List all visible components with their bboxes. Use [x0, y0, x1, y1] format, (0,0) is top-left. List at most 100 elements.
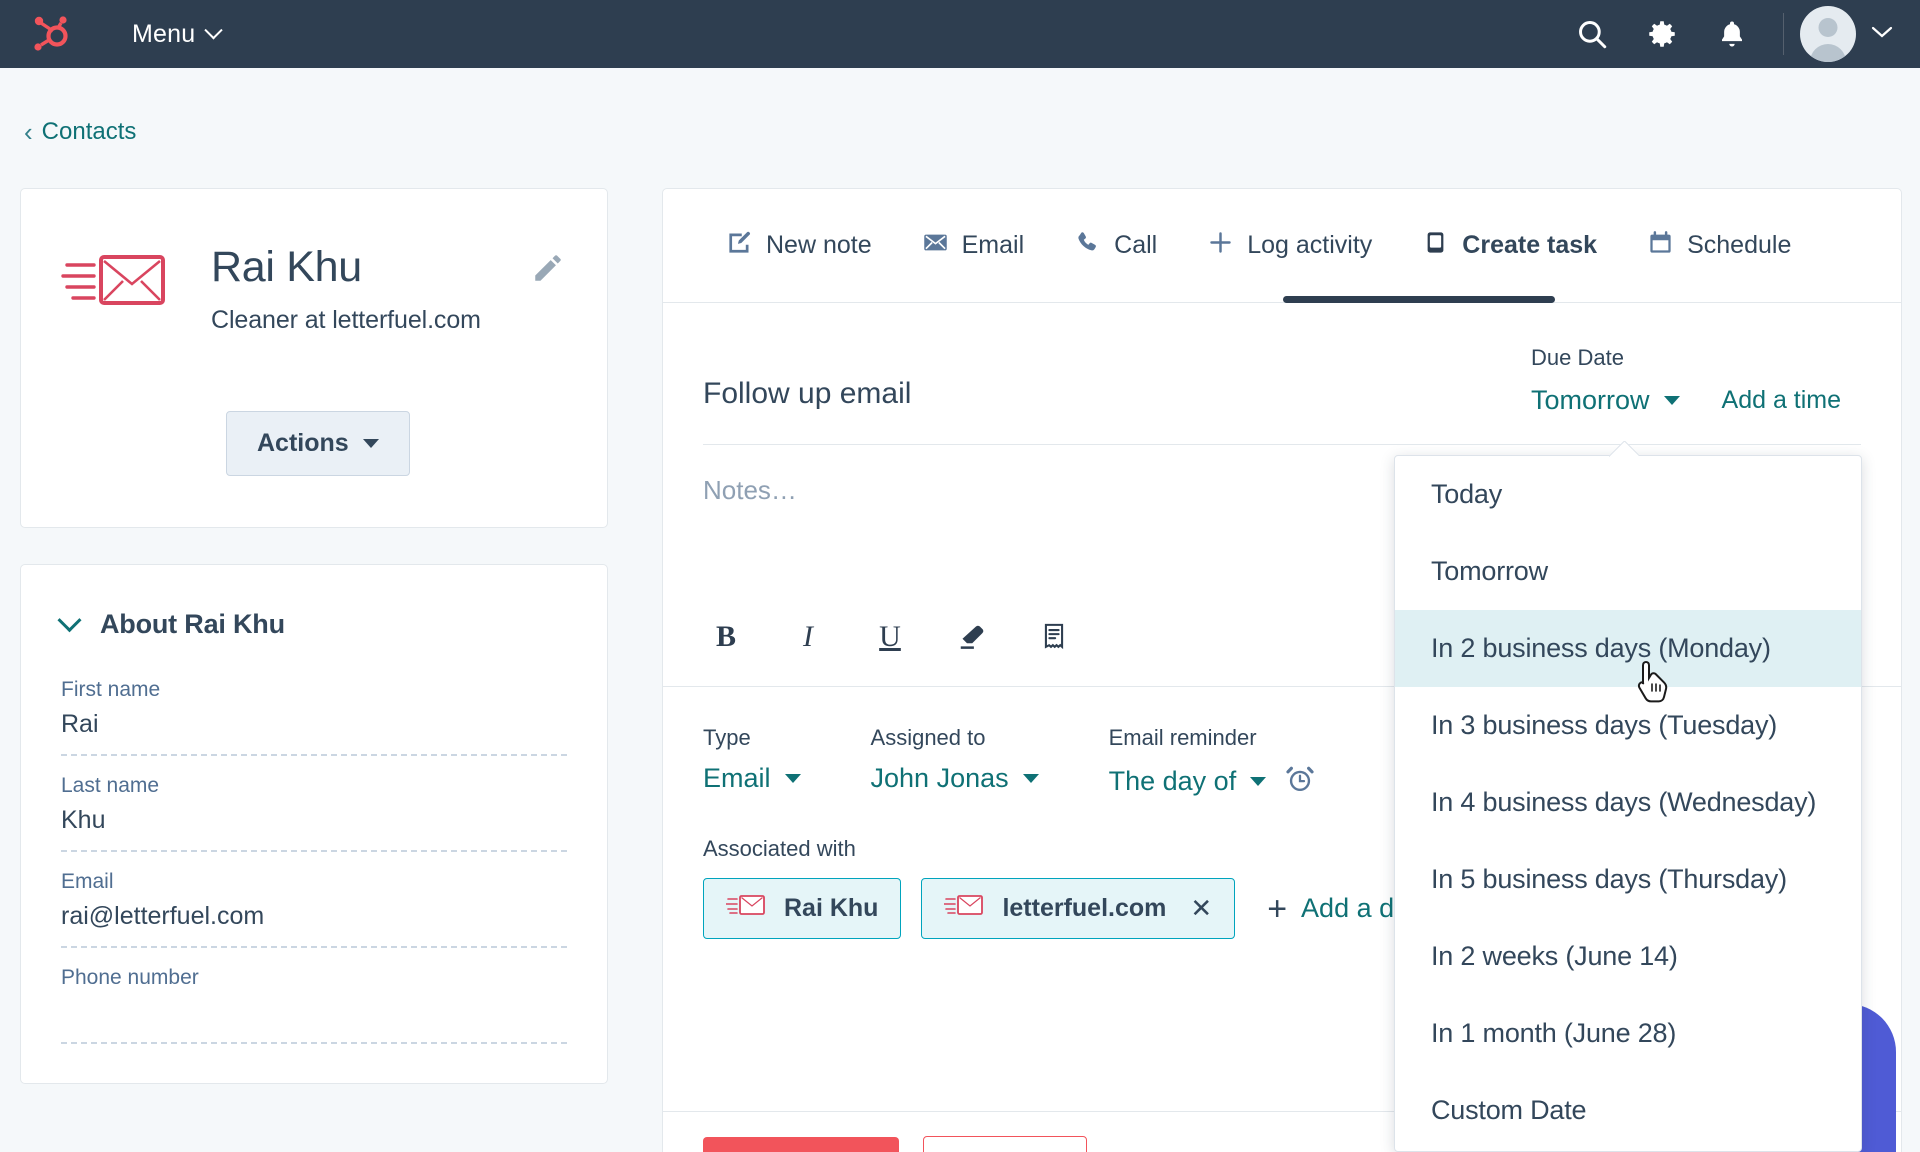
back-chevron-icon: ‹: [24, 117, 33, 147]
dropdown-arrow: [1609, 441, 1639, 457]
tab-log-activity[interactable]: Log activity: [1182, 189, 1397, 302]
plus-icon: [1207, 229, 1234, 263]
alarm-clock-icon[interactable]: [1284, 763, 1316, 800]
eraser-icon[interactable]: [949, 614, 995, 660]
nav-right-group: [1557, 0, 1920, 68]
plus-icon: +: [1267, 889, 1288, 928]
breadcrumb-label: Contacts: [41, 118, 137, 145]
field-value: rai@letterfuel.com: [61, 902, 265, 930]
field-value: Khu: [61, 806, 106, 834]
calendar-icon: [1647, 229, 1674, 263]
phone-icon: [1074, 229, 1101, 263]
bold-icon[interactable]: B: [703, 614, 749, 660]
actions-label: Actions: [257, 429, 349, 457]
left-column: Rai Khu Cleaner at letterfuel.com Action…: [20, 188, 608, 1084]
due-date-dropdown-trigger[interactable]: Tomorrow: [1531, 385, 1680, 416]
type-value: Email: [703, 763, 771, 793]
tab-create-task[interactable]: Create task: [1397, 189, 1622, 302]
assigned-to-value: John Jonas: [870, 763, 1009, 793]
tab-schedule[interactable]: Schedule: [1622, 189, 1816, 302]
menu-label: Menu: [132, 19, 196, 48]
dropdown-item-in-2-weeks[interactable]: In 2 weeks (June 14): [1395, 918, 1861, 995]
dropdown-item-in-1-month[interactable]: In 1 month (June 28): [1395, 995, 1861, 1072]
active-tab-indicator: [1283, 296, 1555, 303]
add-a-time-link[interactable]: Add a time: [1722, 386, 1842, 415]
tab-call[interactable]: Call: [1049, 189, 1182, 302]
task-title-input[interactable]: Follow up email: [703, 345, 1531, 411]
actions-button[interactable]: Actions: [226, 411, 410, 476]
menu-button[interactable]: Menu: [132, 19, 224, 49]
due-date-label: Due Date: [1531, 345, 1624, 370]
tab-new-note[interactable]: New note: [701, 189, 897, 302]
about-section-toggle[interactable]: About Rai Khu: [57, 608, 567, 640]
email-reminder-label: Email reminder: [1108, 725, 1257, 750]
envelope-icon: [922, 229, 949, 263]
field-label: Phone number: [61, 966, 199, 989]
tab-label: Call: [1114, 231, 1158, 259]
dropdown-item-in-5-business-days[interactable]: In 5 business days (Thursday): [1395, 841, 1861, 918]
due-date-block: Due Date Tomorrow Add a time: [1531, 345, 1861, 416]
flying-envelope-icon: [943, 892, 984, 925]
field-value: Rai: [61, 710, 99, 738]
email-reminder-select[interactable]: The day of: [1109, 766, 1267, 797]
caret-down-icon: [362, 439, 379, 448]
task-header: Follow up email Due Date Tomorrow Add a …: [663, 303, 1901, 416]
type-select[interactable]: Email: [703, 763, 801, 794]
association-chip-company[interactable]: letterfuel.com ✕: [921, 878, 1236, 939]
dropdown-item-today[interactable]: Today: [1395, 456, 1861, 533]
note-edit-icon: [726, 229, 753, 263]
search-icon[interactable]: [1564, 6, 1620, 62]
field-label: First name: [61, 678, 161, 701]
about-title: About Rai Khu: [100, 609, 285, 639]
due-date-dropdown-menu: Today Tomorrow In 2 business days (Monda…: [1394, 455, 1862, 1152]
activity-tab-bar: New note Email Call Log activity Create …: [663, 189, 1901, 303]
italic-icon[interactable]: I: [785, 614, 831, 660]
account-menu[interactable]: [1800, 6, 1894, 62]
pencil-icon[interactable]: [531, 251, 565, 285]
field-label: Email: [61, 870, 114, 893]
assigned-to-label: Assigned to: [870, 725, 986, 750]
save-task-button[interactable]: Save Task: [703, 1137, 900, 1152]
field-label: Last name: [61, 774, 160, 797]
field-last-name[interactable]: Last name Khu: [61, 774, 567, 852]
flying-envelope-icon: [61, 245, 169, 330]
chevron-down-icon: [204, 20, 224, 39]
hubspot-logo[interactable]: [30, 12, 74, 56]
tab-label: Create task: [1462, 231, 1598, 259]
field-phone-number[interactable]: Phone number: [61, 966, 567, 1044]
field-first-name[interactable]: First name Rai: [61, 678, 567, 756]
breadcrumb[interactable]: ‹ Contacts: [24, 118, 136, 146]
caret-down-icon: [1663, 396, 1680, 405]
dropdown-item-in-3-business-days[interactable]: In 3 business days (Tuesday): [1395, 687, 1861, 764]
dropdown-item-tomorrow[interactable]: Tomorrow: [1395, 533, 1861, 610]
chevron-down-icon: [1870, 25, 1894, 44]
dropdown-item-in-2-business-days[interactable]: In 2 business days (Monday): [1395, 610, 1861, 687]
underline-icon[interactable]: U: [867, 614, 913, 660]
caret-down-icon: [1250, 777, 1267, 786]
tab-email[interactable]: Email: [897, 189, 1050, 302]
association-chip-contact[interactable]: Rai Khu: [703, 878, 902, 939]
snippet-icon[interactable]: [1031, 614, 1077, 660]
caret-down-icon: [784, 774, 801, 783]
tab-label: Schedule: [1687, 231, 1792, 259]
hubspot-contact-page: Menu ‹ Contacts Rai Khu Cleaner at lette…: [0, 0, 1920, 1152]
bell-icon[interactable]: [1704, 6, 1760, 62]
avatar: [1800, 6, 1856, 62]
nav-divider: [1783, 13, 1784, 55]
dropdown-item-in-4-business-days[interactable]: In 4 business days (Wednesday): [1395, 764, 1861, 841]
assigned-to-field: Assigned to John Jonas: [871, 725, 1039, 800]
gear-icon[interactable]: [1634, 6, 1690, 62]
chip-label: letterfuel.com: [1002, 894, 1167, 922]
field-value: [61, 998, 567, 1030]
contact-subtitle: Cleaner at letterfuel.com: [211, 306, 481, 335]
cancel-button[interactable]: Cancel: [923, 1136, 1088, 1152]
dropdown-item-custom-date[interactable]: Custom Date: [1395, 1072, 1861, 1149]
assigned-to-select[interactable]: John Jonas: [871, 763, 1039, 794]
type-field: Type Email: [703, 725, 801, 800]
flying-envelope-icon: [725, 892, 766, 925]
close-icon[interactable]: ✕: [1190, 893, 1212, 924]
tab-label: New note: [766, 231, 872, 259]
caret-down-icon: [1022, 774, 1039, 783]
field-email[interactable]: Email rai@letterfuel.com: [61, 870, 567, 948]
chip-label: Rai Khu: [784, 894, 879, 922]
